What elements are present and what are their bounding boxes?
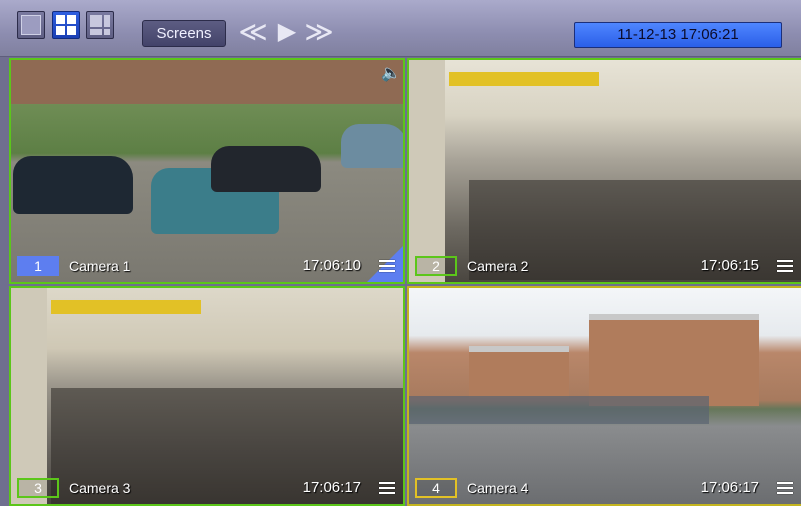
camera-tile-2[interactable]: 2 Camera 2 17:06:15	[407, 58, 801, 284]
terminal-sign	[51, 300, 201, 314]
camera-timestamp: 17:06:10	[302, 257, 361, 274]
camera-name-label: Camera 3	[69, 480, 131, 496]
camera-number-badge: 2	[415, 256, 457, 276]
building-backdrop	[11, 60, 403, 104]
building	[469, 346, 569, 398]
camera-tile-3[interactable]: 3 Camera 3 17:06:17	[9, 286, 405, 506]
multi-view-icon	[90, 15, 110, 35]
menu-icon[interactable]	[777, 260, 793, 274]
camera-number-badge: 1	[17, 256, 59, 276]
camera-number-badge: 4	[415, 478, 457, 498]
menu-icon[interactable]	[379, 260, 395, 274]
camera-name-label: Camera 4	[467, 480, 529, 496]
camera-timestamp: 17:06:17	[700, 479, 759, 496]
camera-tile-1[interactable]: 🔈 1 Camera 1 17:06:10	[9, 58, 405, 284]
double-right-chevron-icon[interactable]: ≫	[304, 18, 334, 47]
wall	[11, 288, 47, 504]
layout-single-button[interactable]	[17, 11, 45, 39]
datetime-display: 11-12-13 17:06:21	[574, 22, 782, 48]
single-view-icon	[21, 15, 41, 35]
parked-car	[211, 146, 321, 192]
building	[589, 314, 759, 406]
camera-timestamp: 17:06:17	[302, 479, 361, 496]
camera-number-badge: 3	[17, 478, 59, 498]
layout-quad-button[interactable]	[52, 11, 80, 39]
camera-name-label: Camera 1	[69, 258, 131, 274]
parked-cars	[409, 396, 709, 424]
wall	[409, 60, 445, 282]
quad-view-icon	[56, 15, 76, 35]
layout-multi-button[interactable]	[86, 11, 114, 39]
double-left-chevron-icon[interactable]: ≪	[238, 18, 268, 47]
screens-button[interactable]: Screens	[142, 20, 226, 47]
menu-icon[interactable]	[379, 482, 395, 496]
play-icon[interactable]: ▶	[272, 19, 302, 47]
camera-timestamp: 17:06:15	[700, 257, 759, 274]
menu-icon[interactable]	[777, 482, 793, 496]
parked-car	[13, 156, 133, 214]
speaker-icon[interactable]: 🔈	[381, 66, 401, 82]
toolbar: Screens ≪ ▶ ≫ 11-12-13 17:06:21	[0, 0, 801, 57]
camera-name-label: Camera 2	[467, 258, 529, 274]
terminal-sign	[449, 72, 599, 86]
parked-car	[341, 124, 403, 168]
camera-tile-4[interactable]: 4 Camera 4 17:06:17	[407, 286, 801, 506]
